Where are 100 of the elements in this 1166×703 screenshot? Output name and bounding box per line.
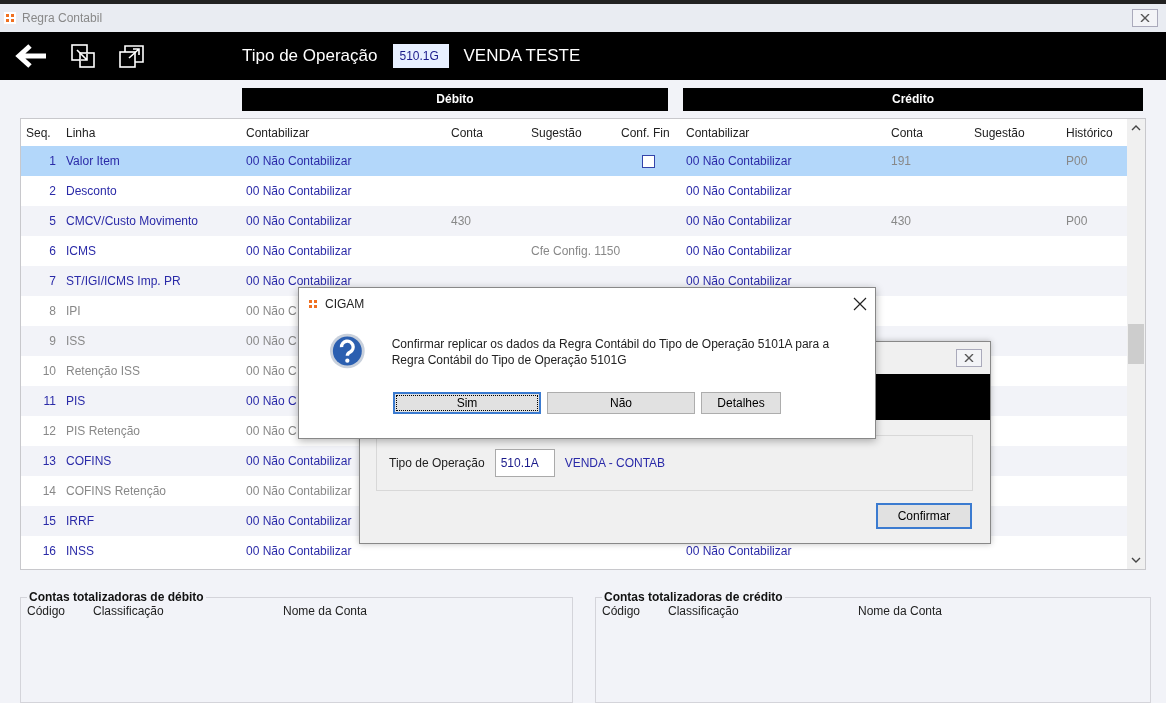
- column-header[interactable]: Código: [27, 604, 93, 618]
- column-header[interactable]: Nome da Conta: [283, 604, 566, 618]
- column-header[interactable]: Contabilizar: [681, 125, 886, 140]
- dialog-button[interactable]: Detalhes: [701, 392, 781, 414]
- scroll-thumb[interactable]: [1128, 324, 1144, 364]
- column-header[interactable]: Sugestão: [526, 125, 616, 140]
- table-cell: 00 Não Contabilizar: [686, 244, 792, 258]
- group-title: Contas totalizadoras de crédito: [603, 590, 784, 604]
- table-cell: 9: [49, 334, 56, 348]
- import-window-icon[interactable]: [70, 43, 96, 69]
- table-cell: Cfe Config. 1150: [531, 244, 621, 258]
- table-cell: 11: [43, 394, 56, 408]
- operation-code-field[interactable]: 510.1G: [393, 44, 450, 68]
- table-cell: 8: [49, 304, 56, 318]
- table-cell: 00 Não Contabilizar: [686, 184, 792, 198]
- table-cell: 13: [42, 454, 56, 468]
- table-cell: 00 Não C: [246, 394, 297, 408]
- dialog-message: Confirmar replicar os dados da Regra Contábil do Tipo de Operação 5101A para a Regra Contábil do Tipo de Operação 5101G: [391, 336, 831, 369]
- table-cell: 430: [891, 214, 912, 228]
- column-header[interactable]: Conta: [886, 125, 969, 140]
- column-header[interactable]: Contabilizar: [241, 125, 446, 140]
- table-cell: 00 Não Contabilizar: [246, 454, 352, 468]
- table-cell: CMCV/Custo Movimento: [66, 214, 199, 228]
- table-cell: 00 Não Contabilizar: [686, 274, 792, 288]
- column-header[interactable]: Linha: [61, 125, 241, 140]
- table-cell: ST/IGI/ICMS Imp. PR: [66, 274, 181, 288]
- table-cell: 16: [42, 544, 56, 558]
- column-header[interactable]: Nome da Conta: [858, 604, 1144, 618]
- table-cell: PIS: [66, 394, 86, 408]
- dialog-button[interactable]: Sim: [393, 392, 541, 414]
- section-header: Débito: [242, 88, 668, 111]
- column-header[interactable]: Código: [602, 604, 668, 618]
- table-cell: 14: [42, 484, 56, 498]
- table-cell: 00 Não Contabilizar: [246, 244, 352, 258]
- table-cell: 15: [42, 514, 56, 528]
- scroll-up-icon[interactable]: [1131, 125, 1141, 131]
- table-cell: 2: [49, 184, 56, 198]
- table-cell: Retenção ISS: [66, 364, 141, 378]
- table-cell: IPI: [66, 304, 81, 318]
- table-cell: 00 Não C: [246, 334, 297, 348]
- table-cell: 1: [49, 154, 56, 168]
- close-icon: [964, 354, 974, 362]
- column-header[interactable]: Conf. Fin: [616, 125, 681, 140]
- table-cell: 00 Não C: [246, 364, 297, 378]
- table-cell: 00 Não Contabilizar: [686, 154, 792, 168]
- column-header[interactable]: Classificação: [93, 604, 283, 618]
- group-title: Contas totalizadoras de débito: [28, 590, 205, 604]
- scroll-down-icon[interactable]: [1131, 557, 1141, 563]
- confirm-button[interactable]: Confirmar: [876, 503, 972, 529]
- column-header[interactable]: Sugestão: [969, 125, 1061, 140]
- close-button[interactable]: [853, 297, 867, 311]
- field-label: Tipo de Operação: [389, 456, 485, 470]
- close-icon: [1140, 14, 1150, 22]
- table-cell: 6: [49, 244, 56, 258]
- table-cell: Valor Item: [66, 154, 120, 168]
- table-cell: Desconto: [66, 184, 117, 198]
- table-cell: 00 Não Contabilizar: [246, 544, 352, 558]
- table-cell: P00: [1066, 214, 1088, 228]
- operation-code-field[interactable]: 510.1A: [494, 449, 555, 477]
- section-header: Crédito: [683, 88, 1143, 111]
- table-cell: 12: [42, 424, 56, 438]
- back-arrow-icon[interactable]: [14, 44, 48, 68]
- table-cell: 10: [42, 364, 56, 378]
- table-cell: 430: [451, 214, 472, 228]
- column-header[interactable]: Conta: [446, 125, 526, 140]
- column-header[interactable]: Seq.: [21, 125, 61, 140]
- table-cell: 191: [891, 154, 912, 168]
- table-cell: 5: [49, 214, 56, 228]
- close-button[interactable]: [1132, 9, 1158, 27]
- checkbox[interactable]: [642, 154, 655, 168]
- copy-window-icon[interactable]: [118, 43, 146, 69]
- operation-type-label: Tipo de Operação: [242, 46, 378, 66]
- table-cell: 00 Não Contabilizar: [246, 214, 352, 228]
- operation-description: VENDA TESTE: [463, 46, 581, 66]
- table-row[interactable]: 1 Valor Item 00 Não Contabilizar 00 Não Contabilizar 191 P00: [21, 146, 1127, 176]
- table-cell: PIS Retenção: [66, 424, 141, 438]
- column-header[interactable]: Classificação: [668, 604, 858, 618]
- app-logo-icon: [307, 298, 319, 310]
- table-cell: 00 Não Contabilizar: [246, 184, 352, 198]
- table-cell: IRRF: [66, 514, 94, 528]
- scrollbar[interactable]: [1127, 119, 1145, 569]
- table-cell: INSS: [66, 544, 94, 558]
- close-button[interactable]: [956, 349, 982, 367]
- question-icon: [329, 332, 366, 370]
- table-cell: 00 Não C: [246, 304, 297, 318]
- table-cell: ISS: [66, 334, 86, 348]
- table-cell: ICMS: [66, 244, 96, 258]
- table-cell: COFINS Retenção: [66, 484, 167, 498]
- window-title: Regra Contabil: [22, 11, 104, 25]
- table-cell: 00 Não Contabilizar: [246, 514, 352, 528]
- dialog-button[interactable]: Não: [547, 392, 695, 414]
- table-cell: 00 Não Contabilizar: [686, 214, 792, 228]
- table-row[interactable]: 5 CMCV/Custo Movimento 00 Não Contabilizar 430 00 Não Contabilizar 430 P00: [21, 206, 1127, 236]
- column-header[interactable]: Histórico: [1061, 125, 1119, 140]
- table-cell: 7: [49, 274, 56, 288]
- table-cell: COFINS: [66, 454, 112, 468]
- app-logo-icon: [4, 12, 16, 24]
- table-cell: 00 Não Contabilizar: [246, 484, 352, 498]
- table-cell: P00: [1066, 154, 1088, 168]
- table-cell: 00 Não C: [246, 424, 297, 438]
